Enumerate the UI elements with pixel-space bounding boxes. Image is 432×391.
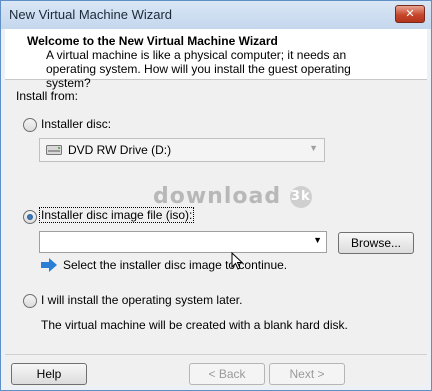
mouse-cursor-icon	[231, 252, 243, 270]
watermark-logo-icon: 3k	[289, 186, 312, 208]
browse-button[interactable]: Browse...	[338, 232, 414, 254]
disc-drive-dropdown[interactable]: DVD RW Drive (D:) ▼	[39, 138, 325, 162]
chevron-down-icon: ▼	[309, 143, 318, 153]
install-later-note: The virtual machine will be created with…	[41, 318, 348, 332]
header-title: Welcome to the New Virtual Machine Wizar…	[27, 34, 278, 48]
close-button[interactable]: ✕	[395, 5, 425, 23]
footer-divider	[5, 354, 427, 355]
chevron-down-icon[interactable]: ▼	[313, 235, 322, 245]
watermark: download 3k	[153, 184, 312, 209]
watermark-text: download	[153, 184, 282, 209]
installer-disc-radio[interactable]	[23, 118, 37, 132]
install-later-label[interactable]: I will install the operating system late…	[41, 293, 242, 307]
title-bar[interactable]: New Virtual Machine Wizard ✕	[1, 1, 431, 29]
iso-label[interactable]: Installer disc image file (iso):	[38, 207, 195, 223]
header-description: A virtual machine is like a physical com…	[46, 48, 351, 90]
arrow-right-icon	[41, 258, 57, 272]
disc-drive-value: DVD RW Drive (D:)	[68, 143, 172, 157]
wizard-header: Welcome to the New Virtual Machine Wizar…	[5, 29, 427, 90]
install-later-radio[interactable]	[23, 294, 37, 308]
wizard-body: Welcome to the New Virtual Machine Wizar…	[5, 29, 427, 386]
install-from-label: Install from:	[16, 89, 79, 103]
iso-radio[interactable]	[23, 210, 37, 224]
dvd-drive-icon	[46, 145, 62, 155]
hint-text: Select the installer disc image to conti…	[63, 258, 288, 272]
next-button[interactable]: Next >	[269, 363, 345, 385]
wizard-window: New Virtual Machine Wizard ✕ Welcome to …	[0, 0, 432, 391]
back-button[interactable]: < Back	[189, 363, 265, 385]
help-button[interactable]: Help	[11, 363, 87, 385]
window-title: New Virtual Machine Wizard	[9, 7, 173, 22]
installer-disc-label[interactable]: Installer disc:	[41, 117, 111, 131]
iso-path-combobox[interactable]: ▼	[39, 231, 327, 253]
